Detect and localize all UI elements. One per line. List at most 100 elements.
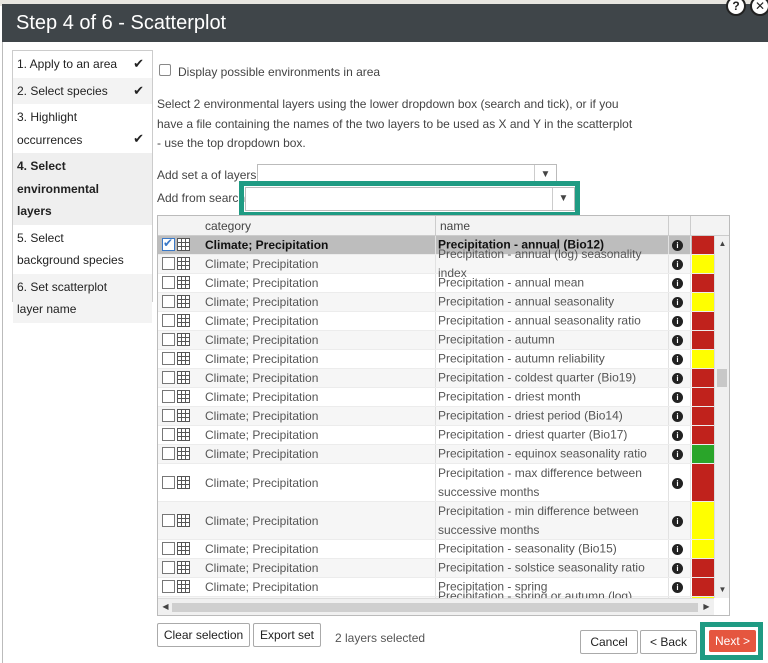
table-row[interactable]: Climate; Precipitation Precipitation - mi… <box>158 502 714 540</box>
column-divider <box>435 293 436 311</box>
column-header-name[interactable]: name <box>440 216 470 236</box>
export-set-button[interactable]: Export set <box>253 623 321 647</box>
table-row[interactable]: Climate; Precipitation Precipitation - ma… <box>158 464 714 502</box>
row-checkbox[interactable] <box>162 428 175 441</box>
row-select[interactable] <box>162 276 190 290</box>
row-checkbox[interactable] <box>162 580 175 593</box>
row-select[interactable] <box>162 257 190 271</box>
layer-color-swatch <box>692 236 714 254</box>
info-icon[interactable]: i <box>672 259 683 270</box>
row-checkbox[interactable] <box>162 314 175 327</box>
info-icon[interactable]: i <box>672 449 683 460</box>
row-select[interactable] <box>162 542 190 556</box>
row-checkbox[interactable] <box>162 561 175 574</box>
scrollbar-thumb[interactable] <box>172 603 698 612</box>
info-icon[interactable]: i <box>672 582 683 593</box>
table-row[interactable]: Climate; Precipitation Precipitation - eq… <box>158 445 714 464</box>
row-checkbox[interactable] <box>162 542 175 555</box>
info-icon[interactable]: i <box>672 373 683 384</box>
step-item-background-species[interactable]: 5. Select background species <box>13 225 152 274</box>
column-divider <box>435 502 436 539</box>
table-row[interactable]: Climate; Precipitation Precipitation - so… <box>158 559 714 578</box>
table-row[interactable]: Climate; Precipitation Precipitation - se… <box>158 540 714 559</box>
row-select[interactable] <box>162 580 190 594</box>
clear-selection-button[interactable]: Clear selection <box>157 623 250 647</box>
column-divider <box>435 464 436 501</box>
row-select[interactable] <box>162 333 190 347</box>
vertical-scrollbar[interactable]: ▲ ▼ <box>714 236 729 598</box>
info-icon[interactable]: i <box>672 297 683 308</box>
row-checkbox[interactable] <box>162 513 175 527</box>
scroll-down-icon[interactable]: ▼ <box>715 584 729 596</box>
layer-color-swatch <box>692 502 714 539</box>
step-item-select-species[interactable]: 2. Select species ✔ <box>13 77 152 104</box>
table-row[interactable]: Climate; Precipitation Precipitation - au… <box>158 350 714 369</box>
display-env-checkbox[interactable] <box>159 64 171 76</box>
table-row[interactable]: Climate; PrecipitationPrecipitation - an… <box>158 247 714 280</box>
row-select[interactable] <box>162 475 190 490</box>
row-name: Precipitation - max difference between s… <box>438 465 642 499</box>
row-select[interactable] <box>162 409 190 423</box>
back-button[interactable]: < Back <box>640 630 697 654</box>
layer-color-swatch <box>692 274 714 292</box>
row-checkbox[interactable] <box>162 447 175 460</box>
info-icon[interactable]: i <box>672 563 683 574</box>
row-category: Climate; Precipitation <box>205 238 329 252</box>
info-icon[interactable]: i <box>672 544 683 555</box>
row-select[interactable] <box>162 561 190 575</box>
row-select[interactable] <box>162 352 190 366</box>
table-row[interactable]: Climate; PrecipitationPrecipitation - an… <box>158 312 714 331</box>
step-item-select-layers[interactable]: 4. Select environmental layers <box>13 153 152 225</box>
table-row[interactable]: Climate; Precipitation Precipitation - co… <box>158 369 714 388</box>
row-select[interactable] <box>162 371 190 385</box>
layer-color-swatch <box>692 331 714 349</box>
step-item-apply-area[interactable]: 1. Apply to an area ✔ <box>13 51 152 78</box>
scrollbar-thumb[interactable] <box>717 369 727 387</box>
table-row[interactable]: Climate; PrecipitationPrecipitation - an… <box>158 274 714 293</box>
close-icon[interactable]: ✕ <box>750 0 768 16</box>
row-checkbox[interactable] <box>162 390 175 403</box>
row-checkbox[interactable] <box>162 276 175 289</box>
row-select[interactable] <box>162 295 190 309</box>
horizontal-scrollbar[interactable]: ◀ ▶ <box>158 598 714 615</box>
scroll-up-icon[interactable]: ▲ <box>715 238 729 250</box>
info-icon[interactable]: i <box>672 240 683 251</box>
row-checkbox[interactable] <box>162 409 175 422</box>
row-checkbox[interactable] <box>162 475 175 489</box>
scroll-right-icon[interactable]: ▶ <box>699 601 714 613</box>
step-item-highlight-occurrences[interactable]: 3. Highlight occurrences ✔ <box>13 104 152 153</box>
info-icon[interactable]: i <box>672 411 683 422</box>
table-row[interactable]: Climate; Precipitation Precipitation - au… <box>158 331 714 350</box>
cancel-button[interactable]: Cancel <box>580 630 638 654</box>
row-checkbox[interactable] <box>162 352 175 365</box>
row-checkbox[interactable] <box>162 295 175 308</box>
row-checkbox[interactable] <box>162 333 175 346</box>
table-row[interactable]: Climate; Precipitation Precipitation - dr… <box>158 407 714 426</box>
row-select[interactable] <box>162 390 190 404</box>
info-icon[interactable]: i <box>672 392 683 403</box>
info-icon[interactable]: i <box>672 278 683 289</box>
table-row[interactable]: Climate; Precipitation Precipitation - dr… <box>158 388 714 407</box>
row-checkbox[interactable] <box>162 236 175 251</box>
info-icon[interactable]: i <box>672 335 683 346</box>
step-item-layer-name[interactable]: 6. Set scatterplot layer name <box>13 273 152 323</box>
row-select[interactable] <box>162 513 190 528</box>
next-button[interactable]: Next > <box>709 630 756 652</box>
row-checkbox[interactable] <box>162 257 175 270</box>
info-icon[interactable]: i <box>672 354 683 365</box>
layer-color-swatch <box>692 426 714 444</box>
step-label: 2. Select species <box>17 83 108 98</box>
row-checkbox[interactable] <box>162 371 175 384</box>
info-icon[interactable]: i <box>672 316 683 327</box>
row-select[interactable] <box>162 447 190 461</box>
table-row[interactable]: Climate; PrecipitationPrecipitation - an… <box>158 293 714 312</box>
column-header-category[interactable]: category <box>205 216 251 236</box>
scroll-left-icon[interactable]: ◀ <box>158 601 173 613</box>
info-icon[interactable]: i <box>672 430 683 441</box>
table-row[interactable]: Climate; Precipitation Precipitation - dr… <box>158 426 714 445</box>
info-icon[interactable]: i <box>672 477 683 489</box>
info-icon[interactable]: i <box>672 515 683 527</box>
row-select[interactable] <box>162 314 190 328</box>
row-select[interactable] <box>162 428 190 442</box>
row-select[interactable] <box>162 236 190 252</box>
